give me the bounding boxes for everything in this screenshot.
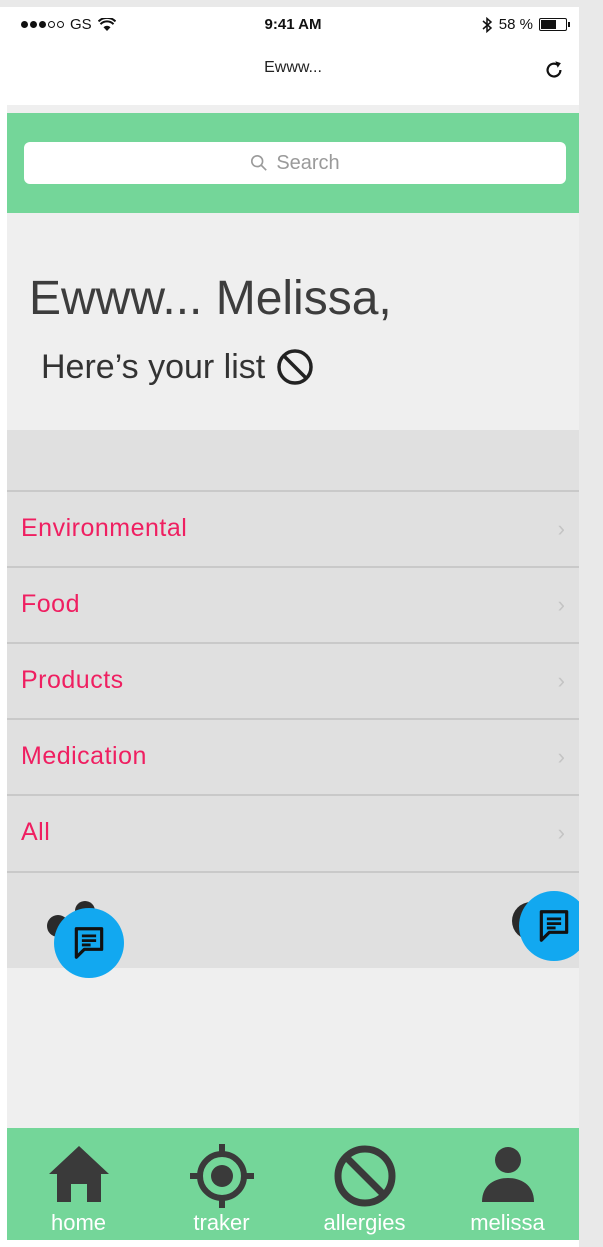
bottom-tab-bar: home traker allergies melissa xyxy=(7,1128,579,1240)
list-item-label: All xyxy=(21,818,51,846)
scrollbar[interactable] xyxy=(579,0,603,1247)
battery-icon xyxy=(539,18,570,31)
allergy-category-list: Environmental › Food › Products › Medica… xyxy=(7,430,579,968)
chat-button[interactable] xyxy=(54,908,124,978)
no-symbol-icon xyxy=(334,1145,395,1207)
chevron-right-icon: › xyxy=(557,515,565,541)
list-item-label: Environmental xyxy=(21,514,188,542)
chevron-right-icon: › xyxy=(557,667,565,693)
page-title: Ewww... xyxy=(264,59,322,76)
tab-melissa[interactable]: melissa xyxy=(436,1128,579,1240)
tab-label: melissa xyxy=(470,1210,545,1235)
list-item-label: Food xyxy=(21,590,80,618)
greeting-subtitle: Here’s your list xyxy=(41,347,315,387)
list-divider xyxy=(7,871,579,873)
window-top-edge xyxy=(0,0,603,7)
home-icon xyxy=(48,1146,109,1202)
search-placeholder: Search xyxy=(276,151,340,174)
list-item-environmental[interactable]: Environmental › xyxy=(7,490,579,565)
list-item-medication[interactable]: Medication › xyxy=(7,718,579,793)
battery-percentage: 58 % xyxy=(498,16,533,33)
tab-label: allergies xyxy=(323,1210,406,1235)
chevron-right-icon: › xyxy=(557,591,565,617)
list-item-label: Products xyxy=(21,666,124,694)
status-bar: GS 9:41 AM 58 % xyxy=(7,7,579,43)
chat-icon xyxy=(539,910,569,942)
search-icon xyxy=(251,154,268,171)
browser-url-bar: Ewww... xyxy=(7,43,579,105)
chevron-right-icon: › xyxy=(557,819,565,845)
search-input[interactable]: Search xyxy=(24,142,566,184)
list-item-food[interactable]: Food › xyxy=(7,566,579,641)
person-icon xyxy=(481,1147,534,1202)
tab-label: home xyxy=(50,1210,107,1235)
list-item-products[interactable]: Products › xyxy=(7,642,579,717)
greeting-title: Ewww... Melissa, xyxy=(29,272,392,325)
greeting-subtitle-text: Here’s your list xyxy=(41,347,266,386)
crosshair-icon xyxy=(189,1144,254,1208)
list-item-label: Medication xyxy=(21,742,147,770)
chat-icon xyxy=(74,927,104,959)
search-header: Search xyxy=(7,113,579,213)
tab-allergies[interactable]: allergies xyxy=(293,1128,436,1240)
list-item-all[interactable]: All › xyxy=(7,794,579,869)
phone-screen: GS 9:41 AM 58 % Ewww... Search Ewww... M… xyxy=(7,7,579,1240)
bluetooth-icon xyxy=(482,16,492,33)
reload-icon[interactable] xyxy=(543,59,565,81)
tab-home[interactable]: home xyxy=(7,1128,150,1240)
tab-traker[interactable]: traker xyxy=(150,1128,293,1240)
tab-label: traker xyxy=(193,1210,250,1235)
no-symbol-icon xyxy=(277,349,313,385)
chevron-right-icon: › xyxy=(557,743,565,769)
